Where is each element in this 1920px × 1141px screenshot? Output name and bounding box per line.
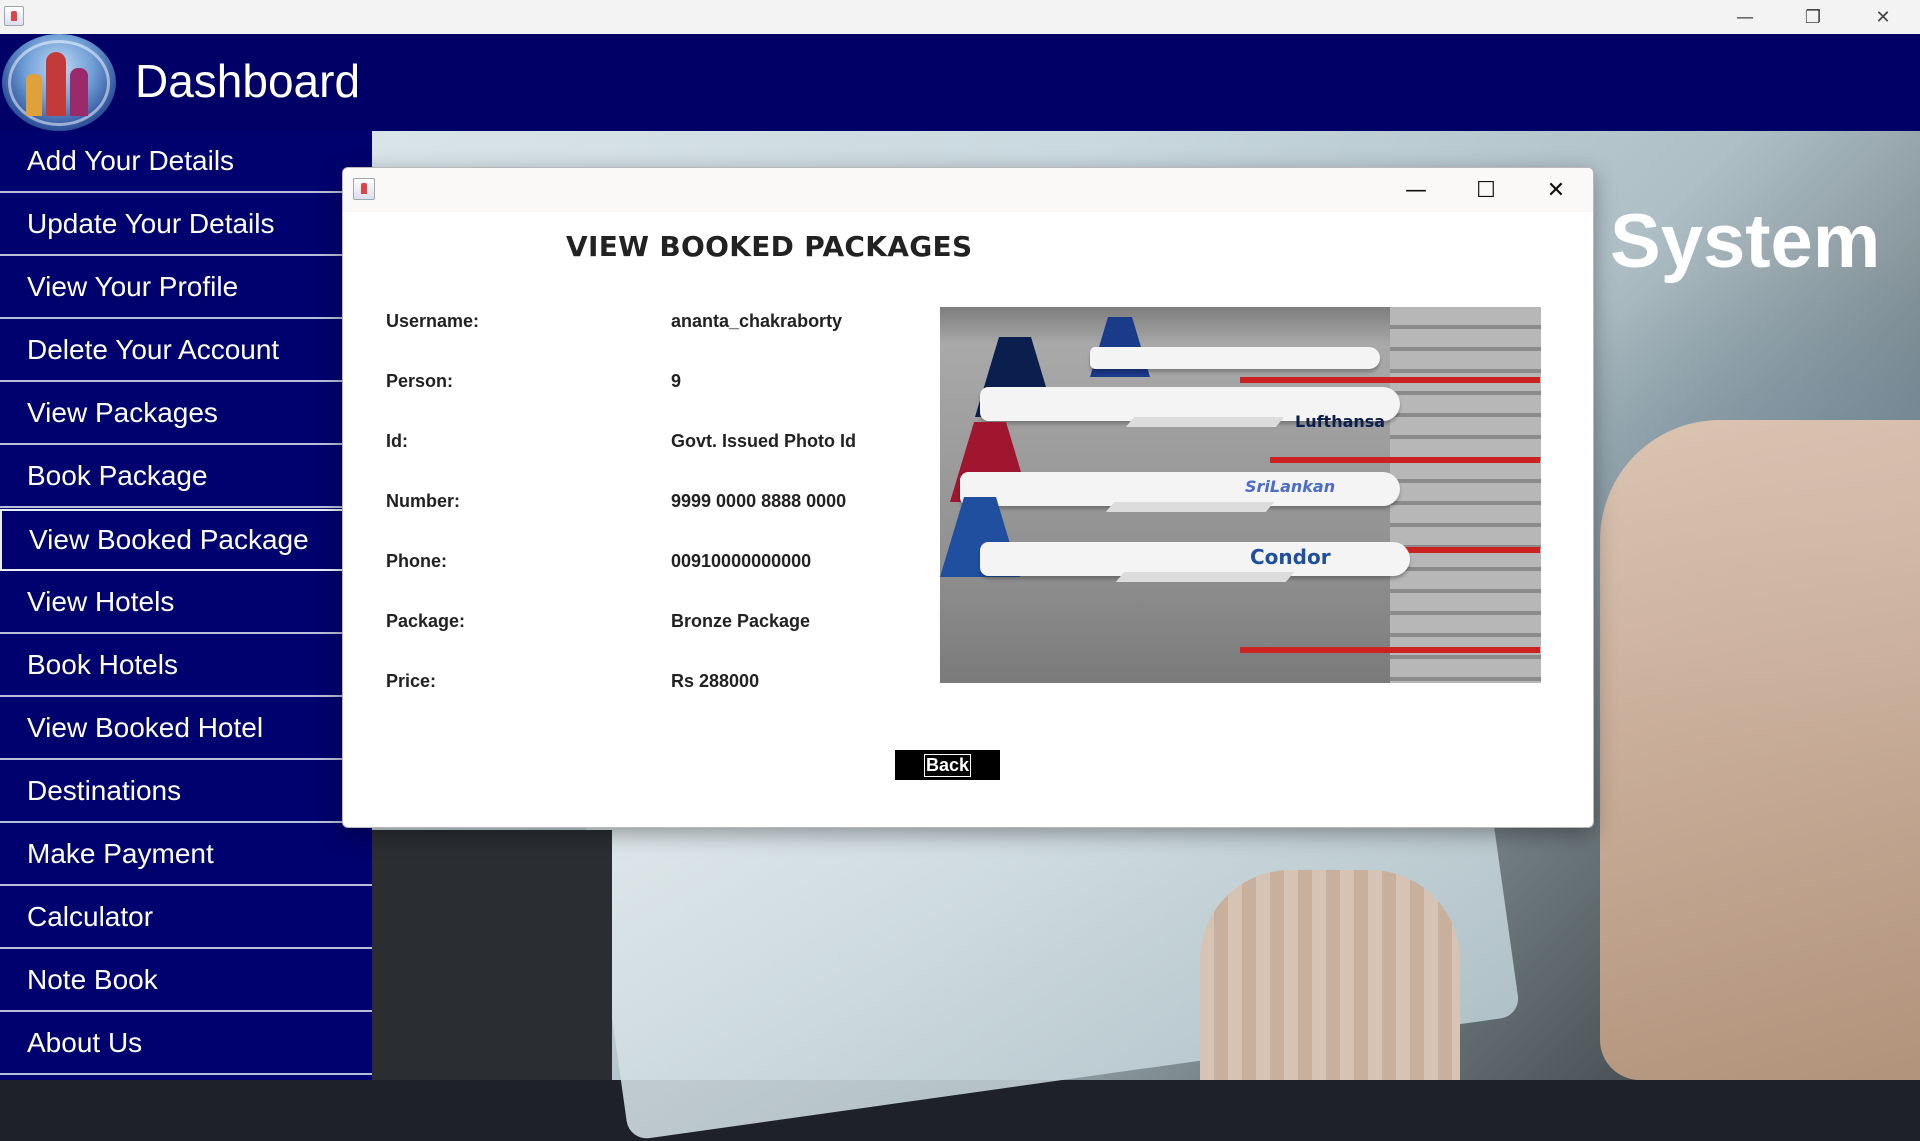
sidebar-item-add-details[interactable]: Add Your Details: [0, 131, 372, 193]
sidebar-item-book-package[interactable]: Book Package: [0, 446, 372, 508]
username-label: Username:: [386, 311, 480, 331]
sidebar-item-view-booked-hotel[interactable]: View Booked Hotel: [0, 698, 372, 760]
travel-logo: [2, 34, 116, 131]
close-icon[interactable]: ✕: [1848, 0, 1918, 34]
background-sleeve: [1200, 870, 1460, 1080]
id-value: Govt. Issued Photo Id: [671, 431, 857, 451]
price-label: Price:: [386, 671, 437, 691]
person-value: 9: [671, 371, 682, 391]
background-system-text: System: [1610, 199, 1881, 284]
sidebar-item-view-packages[interactable]: View Packages: [0, 383, 372, 445]
sidebar-item-calculator[interactable]: Calculator: [0, 887, 372, 949]
package-photo: Lufthansa SriLankan Condor: [940, 307, 1541, 683]
person-label: Person:: [386, 371, 454, 391]
background-dashboard: [372, 830, 612, 1080]
back-button[interactable]: Back: [895, 750, 1000, 780]
number-value: 9999 0000 8888 0000: [671, 491, 847, 511]
sidebar-item-update-details[interactable]: Update Your Details: [0, 194, 372, 256]
page-title: Dashboard: [135, 55, 361, 107]
minimize-icon[interactable]: —: [1381, 168, 1451, 212]
phone-value: 00910000000000: [671, 551, 812, 571]
package-label: Package:: [386, 611, 466, 631]
sidebar: Add Your Details Update Your Details Vie…: [0, 131, 372, 1080]
package-value: Bronze Package: [671, 611, 811, 631]
window-titlebar: — ❐ ✕: [0, 0, 1920, 34]
airline-tag-srilankan: SriLankan: [1245, 477, 1336, 496]
price-value: Rs 288000: [671, 671, 760, 691]
sidebar-item-view-hotels[interactable]: View Hotels: [0, 572, 372, 634]
restore-icon[interactable]: ❐: [1778, 0, 1848, 34]
background-hand: [1600, 420, 1920, 1080]
view-booked-packages-dialog: — ☐ ✕ VIEW BOOKED PACKAGES Username: ana…: [342, 167, 1594, 828]
sidebar-item-view-booked-package[interactable]: View Booked Package: [0, 509, 372, 571]
dashboard-header: Dashboard: [0, 34, 1920, 131]
sidebar-item-view-profile[interactable]: View Your Profile: [0, 257, 372, 319]
back-button-label: Back: [923, 753, 972, 777]
sidebar-item-delete-account[interactable]: Delete Your Account: [0, 320, 372, 382]
username-value: ananta_chakraborty: [671, 311, 843, 331]
dialog-heading: VIEW BOOKED PACKAGES: [566, 230, 973, 263]
minimize-icon[interactable]: —: [1710, 0, 1780, 34]
close-icon[interactable]: ✕: [1521, 168, 1591, 212]
sidebar-item-about-us[interactable]: About Us: [0, 1013, 372, 1075]
number-label: Number:: [386, 491, 461, 511]
sidebar-item-note-book[interactable]: Note Book: [0, 950, 372, 1012]
maximize-icon[interactable]: ☐: [1451, 168, 1521, 212]
airline-tag-lufthansa: Lufthansa: [1295, 412, 1386, 431]
sidebar-item-make-payment[interactable]: Make Payment: [0, 824, 372, 886]
sidebar-item-book-hotels[interactable]: Book Hotels: [0, 635, 372, 697]
sidebar-item-destinations[interactable]: Destinations: [0, 761, 372, 823]
java-app-icon: [4, 6, 24, 26]
phone-label: Phone:: [386, 551, 447, 571]
java-app-icon: [353, 178, 375, 200]
dialog-titlebar: — ☐ ✕: [343, 168, 1593, 212]
id-label: Id:: [386, 431, 408, 451]
airline-tag-condor: Condor: [1250, 545, 1331, 569]
